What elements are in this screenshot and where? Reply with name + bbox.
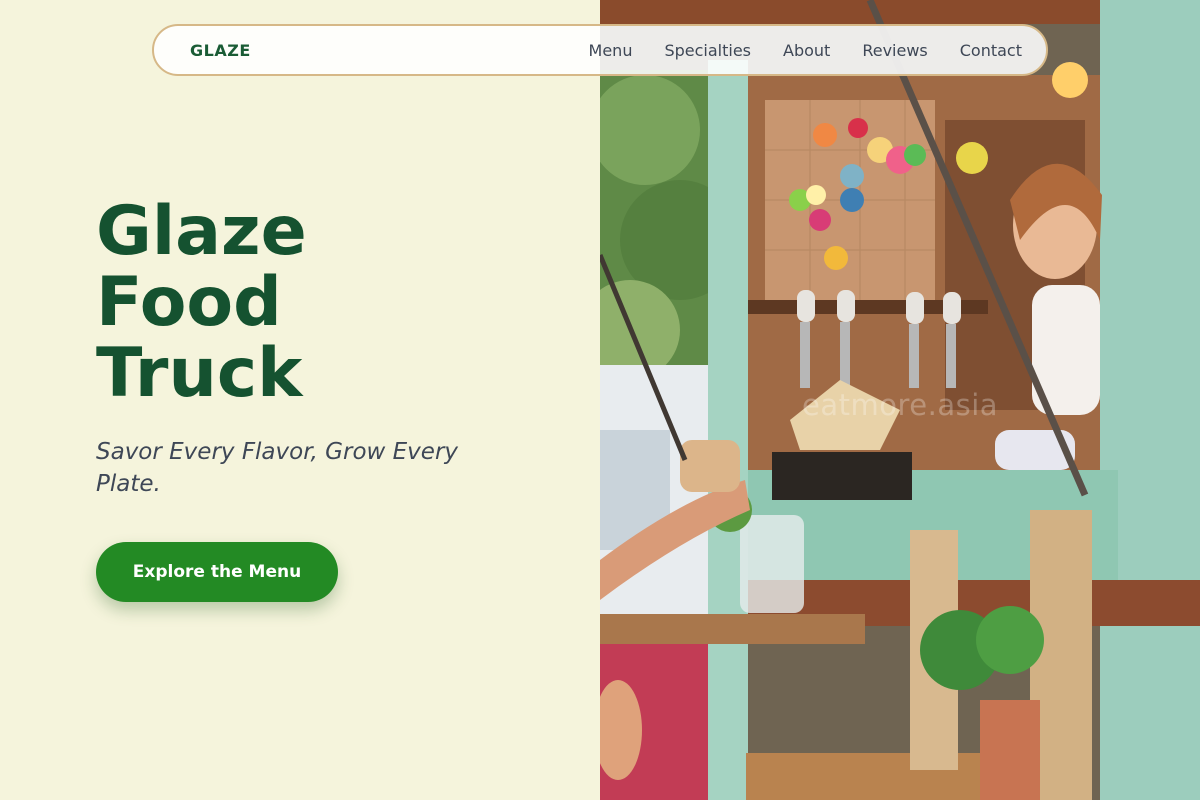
top-navigation-bar: GLAZE Menu Specialties About Reviews Con… <box>152 24 1048 76</box>
nav-link-specialties[interactable]: Specialties <box>664 41 751 60</box>
hero-food-truck-photo: eatmore.asia <box>600 0 1200 800</box>
nav-link-reviews[interactable]: Reviews <box>862 41 927 60</box>
nav-links: Menu Specialties About Reviews Contact <box>589 41 1022 60</box>
photo-watermark: eatmore.asia <box>802 388 999 422</box>
nav-link-contact[interactable]: Contact <box>960 41 1022 60</box>
hero-title-line-3: Truck <box>96 334 303 413</box>
brand-logo[interactable]: GLAZE <box>190 41 251 60</box>
nav-link-menu[interactable]: Menu <box>589 41 633 60</box>
explore-menu-button[interactable]: Explore the Menu <box>96 542 338 602</box>
nav-link-about[interactable]: About <box>783 41 830 60</box>
hero-tagline: Savor Every Flavor, Grow Every Plate. <box>96 439 459 497</box>
hero-title-line-2: Food <box>96 263 282 342</box>
hero-title: Glaze Food Truck <box>96 196 536 409</box>
hero-title-line-1: Glaze <box>96 192 307 271</box>
